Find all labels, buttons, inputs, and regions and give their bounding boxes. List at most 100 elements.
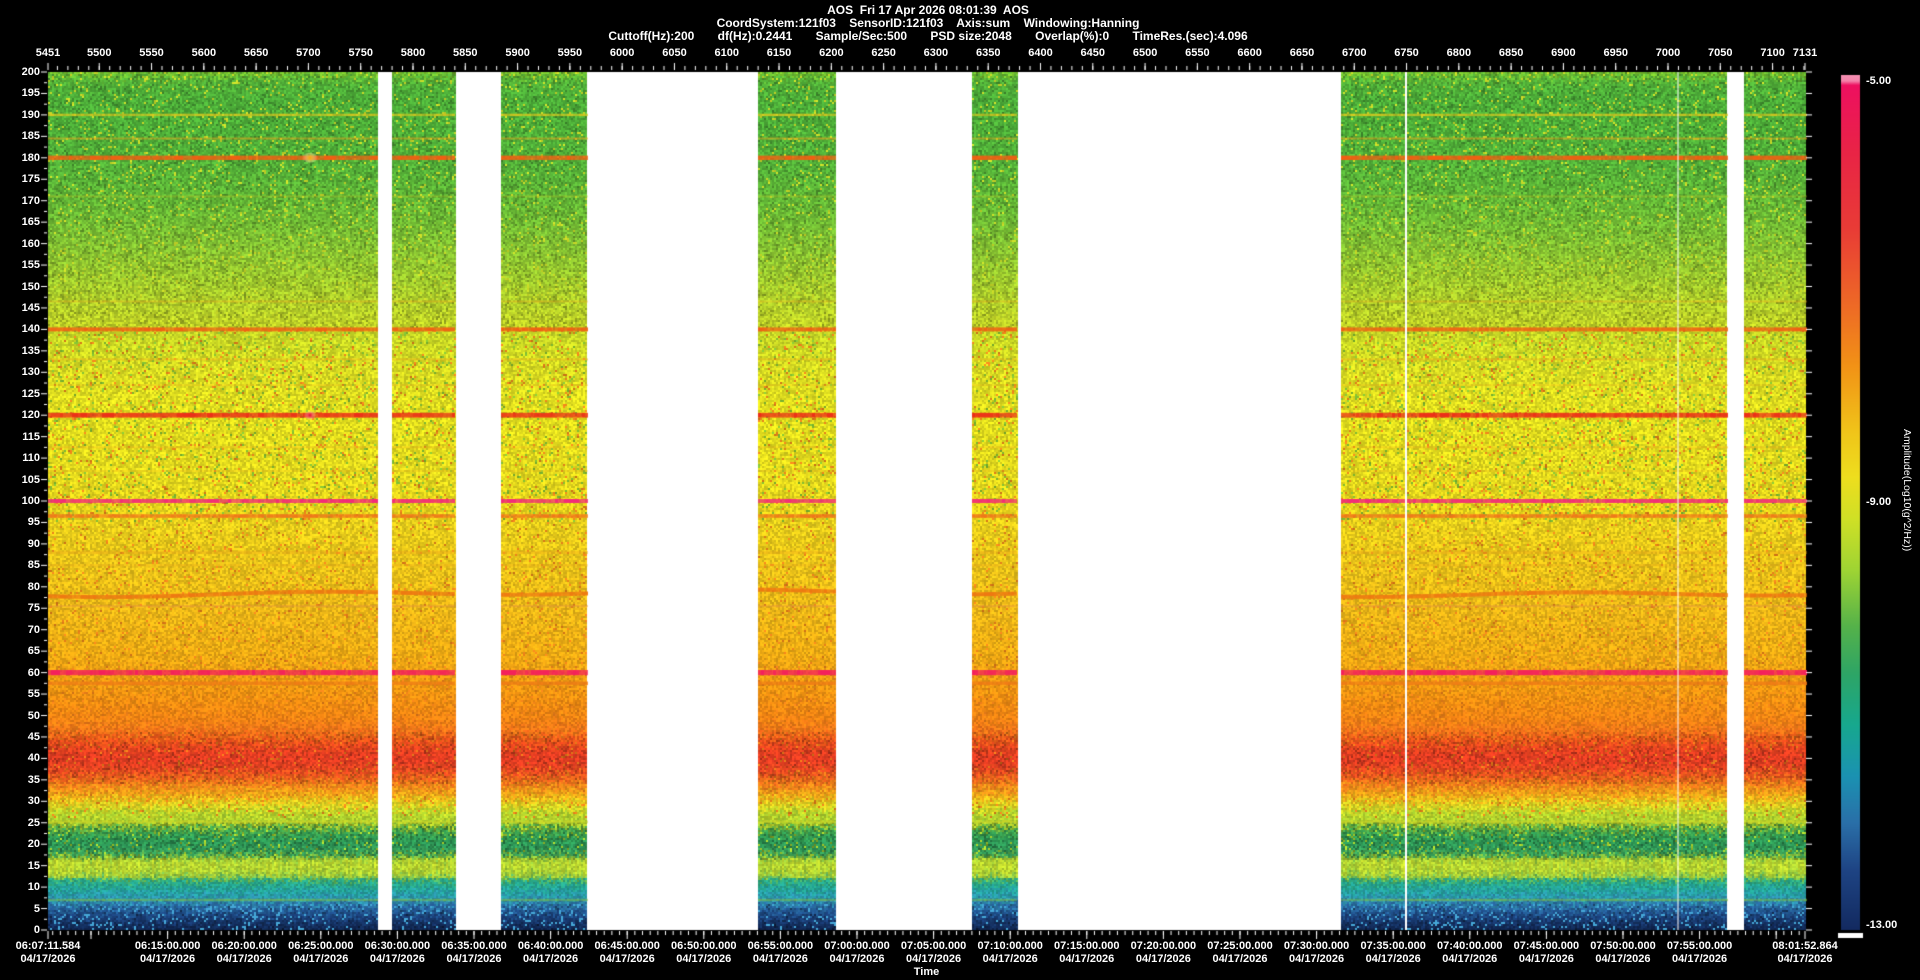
colorbar-min-label: -13.00 [1866,919,1898,931]
frequency-axis-label: 30 [27,795,40,808]
time-axis-label: 07:20:00.000 04/17/2026 [1130,940,1197,965]
colorbar-max-label: -5.00 [1866,75,1892,87]
frequency-axis-label: 35 [27,773,40,786]
frequency-axis-label: 140 [21,323,40,336]
frequency-axis-label: 190 [21,108,40,121]
record-axis-label: 5900 [505,47,530,59]
frequency-axis-label: 135 [21,344,40,357]
record-axis-label: 6050 [662,47,687,59]
record-axis-label: 6350 [975,47,1001,59]
record-axis-label: 6000 [609,47,635,59]
frequency-axis-label: 150 [21,280,40,293]
frequency-axis-label: 20 [27,838,40,851]
record-axis-label: 6900 [1551,47,1576,59]
record-axis-label: 5550 [139,47,164,59]
frequency-axis-label: 0 [33,924,40,936]
time-axis-label: 06:35:00.000 04/17/2026 [441,940,507,965]
frequency-axis-label: 195 [21,87,40,100]
record-axis-label: 6950 [1603,47,1628,59]
frequency-axis-label: 15 [27,859,40,872]
frequency-axis-label: 70 [27,623,40,636]
time-axis-label: 06:40:00.000 04/17/2026 [517,940,584,965]
frequency-axis-label: 10 [27,881,40,894]
frequency-axis-label: 55 [27,688,40,701]
record-axis-label: 6300 [923,47,949,59]
frequency-axis-label: 100 [21,495,40,507]
frequency-axis-label: 105 [21,473,40,486]
time-axis-label: 06:30:00.000 04/17/2026 [364,940,431,965]
record-axis-label: 5950 [557,47,583,59]
frequency-axis-label: 95 [27,516,40,529]
frequency-axis-label: 180 [21,151,40,164]
aos-spectrogram-screen: AOS Fri 17 Apr 2026 08:01:39 AOS CoordSy… [0,0,1920,980]
record-axis-label: 7050 [1708,47,1733,59]
frequency-axis-label: 170 [21,194,40,207]
frequency-axis-label: 90 [27,537,40,550]
time-axis-label: 06:15:00.000 04/17/2026 [134,940,201,965]
time-axis-label: 07:05:00.000 04/17/2026 [900,940,967,965]
frequency-axis-label: 185 [21,130,40,143]
time-axis-label: 06:25:00.000 04/17/2026 [288,940,354,965]
frequency-axis-label: 145 [21,301,40,314]
record-axis-label: 7100 [1760,47,1785,59]
frequency-axis-label: 165 [21,216,40,229]
record-axis-label: 6700 [1341,47,1367,59]
record-axis-label: 6750 [1394,47,1419,59]
time-axis-label: 06:20:00.000 04/17/2026 [211,940,277,965]
frequency-axis-label: 65 [27,645,40,658]
record-axis-label: 5650 [243,47,269,59]
frequency-axis-label: 5 [33,902,40,915]
record-axis-label: 6650 [1289,47,1315,59]
time-axis-label: 06:07:11.584 04/17/2026 [15,940,81,965]
colorbar-mid-label: -9.00 [1866,496,1892,508]
record-number-axis: 5451 5500 5550 5600 5650 5700 5750 5800 5850 5900… [0,47,1920,60]
record-axis-label: 6200 [819,47,844,59]
frequency-axis-label: 75 [27,602,40,615]
record-axis-label: 6400 [1028,47,1053,59]
record-axis-label: 6600 [1237,47,1262,59]
time-axis-label: 07:30:00.000 04/17/2026 [1283,940,1350,965]
frequency-axis-label: 40 [27,752,40,765]
time-axis-label: 07:10:00.000 04/17/2026 [977,940,1043,965]
record-axis-label: 6550 [1185,47,1210,59]
frequency-axis: 200 195 190 185 180 175 170 165 160 155 150 145 140 1… [0,0,40,980]
record-axis-label: 6150 [766,47,792,59]
time-axis-label: 07:50:00.000 04/17/2026 [1590,940,1656,965]
spectrogram-canvas[interactable] [0,0,1920,980]
time-axis-label: 07:40:00.000 04/17/2026 [1437,940,1503,965]
frequency-axis-label: 120 [21,409,40,422]
time-axis-label: 07:15:00.000 04/17/2026 [1054,940,1120,965]
frequency-axis-label: 130 [21,366,40,379]
record-axis-label: 6100 [714,47,739,59]
colorbar-title: Amplitude(Log10(g^2/Hz)) [1901,428,1913,552]
record-axis-label: 5850 [453,47,478,59]
time-axis-label: 07:00:00.000 04/17/2026 [824,940,890,965]
time-axis-label: 07:35:00.000 04/17/2026 [1360,940,1426,965]
record-axis-label: 5750 [348,47,373,59]
time-axis-label: 06:55:00.000 04/17/2026 [747,940,814,965]
time-axis-label: 07:55:00.000 04/17/2026 [1666,940,1733,965]
frequency-axis-label: 125 [21,387,40,400]
frequency-axis-label: 115 [22,430,40,443]
frequency-axis-label: 155 [21,259,40,272]
record-axis-label: 5800 [400,47,426,59]
frequency-axis-label: 175 [21,173,40,186]
record-axis-label: 7131 [1792,47,1818,59]
frequency-axis-label: 160 [21,237,40,250]
time-axis-label: 07:25:00.000 04/17/2026 [1207,940,1273,965]
frequency-axis-label: 80 [27,580,40,593]
record-axis-label: 6450 [1080,47,1106,59]
time-axis-label: 06:50:00.000 04/17/2026 [671,940,737,965]
record-axis-label: 6500 [1132,47,1158,59]
record-axis-label: 6250 [871,47,896,59]
record-axis-label: 5600 [191,47,217,59]
frequency-axis-label: 45 [27,730,40,743]
frequency-axis-label: 110 [22,452,40,465]
record-axis-label: 7000 [1655,47,1681,59]
frequency-axis-label: 50 [27,709,40,722]
frequency-axis-label: 85 [27,559,40,572]
frequency-axis-label: 200 [21,66,40,78]
frequency-axis-label: 60 [27,666,40,679]
frequency-axis-label: 25 [27,816,40,829]
time-axis-label: 07:45:00.000 04/17/2026 [1513,940,1580,965]
